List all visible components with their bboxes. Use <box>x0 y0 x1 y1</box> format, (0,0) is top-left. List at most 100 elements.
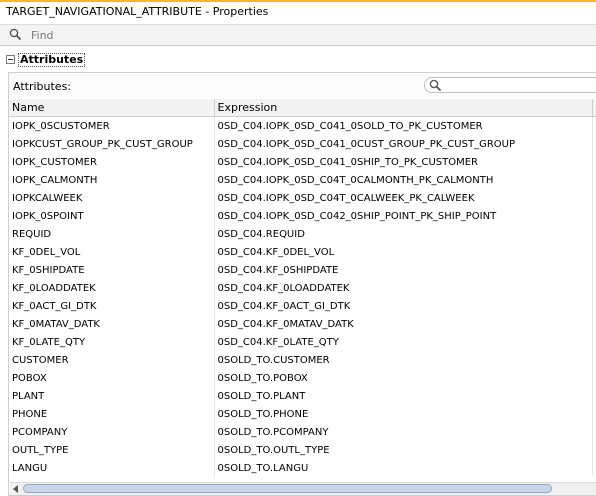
table-row[interactable]: KF_0MATAV_DATK 0SD_C04.KF_0MATAV_DATK <box>9 315 596 333</box>
panel-header: Attributes: <box>9 73 596 97</box>
cell-extra <box>592 297 596 315</box>
attributes-search-input[interactable] <box>424 77 596 93</box>
attributes-table: Name Expression IOPK_0SCUSTOMER 0SD_C04.I… <box>9 99 596 477</box>
cell-expression[interactable]: 0SD_C04.KF_0LATE_QTY <box>214 333 593 351</box>
attributes-panel: Attributes: Name Expression IOPK_0SCUSTO… <box>8 72 596 496</box>
table-row[interactable]: IOPKCALWEEK 0SD_C04.IOPK_0SD_C04T_0CALWEE… <box>9 189 596 207</box>
cell-name[interactable]: KF_0MATAV_DATK <box>9 315 215 333</box>
table-row[interactable]: IOPKCUST_GROUP_PK_CUST_GROUP 0SD_C04.IOPK… <box>9 135 596 153</box>
column-header-expression[interactable]: Expression <box>214 99 593 117</box>
cell-expression[interactable]: 0SD_C04.KF_0DEL_VOL <box>214 243 593 261</box>
table-row[interactable]: REQUID 0SD_C04.REQUID <box>9 225 596 243</box>
cell-name[interactable]: KF_0ACT_GI_DTK <box>9 297 215 315</box>
table-row[interactable]: KF_0SHIPDATE 0SD_C04.KF_0SHIPDATE <box>9 261 596 279</box>
cell-expression[interactable]: 0SOLD_TO.PLANT <box>214 387 593 405</box>
table-row[interactable]: IOPK_CALMONTH 0SD_C04.IOPK_0SD_C04T_0CALM… <box>9 171 596 189</box>
cell-name[interactable]: KF_0LATE_QTY <box>9 333 215 351</box>
table-row[interactable]: KF_0ACT_GI_DTK 0SD_C04.KF_0ACT_GI_DTK <box>9 297 596 315</box>
cell-expression[interactable]: 0SD_C04.KF_0LOADDATEK <box>214 279 593 297</box>
scroll-left-icon[interactable] <box>13 485 18 493</box>
cell-expression[interactable]: 0SD_C04.IOPK_0SD_C042_0SHIP_POINT_PK_SHI… <box>214 207 593 225</box>
cell-extra <box>592 261 596 279</box>
cell-name[interactable]: IOPK_0SCUSTOMER <box>9 116 215 135</box>
cell-name[interactable]: IOPK_CALMONTH <box>9 171 215 189</box>
section-title[interactable]: Attributes <box>18 53 86 67</box>
cell-name[interactable]: PCOMPANY <box>9 423 215 441</box>
find-bar[interactable]: Find <box>0 24 596 46</box>
cell-name[interactable]: POBOX <box>9 369 215 387</box>
cell-extra <box>592 351 596 369</box>
cell-name[interactable]: CUSTOMER <box>9 351 215 369</box>
table-row[interactable]: KF_0LATE_QTY 0SD_C04.KF_0LATE_QTY <box>9 333 596 351</box>
table-row[interactable]: POBOX 0SOLD_TO.POBOX <box>9 369 596 387</box>
cell-extra <box>592 135 596 153</box>
cell-name[interactable]: KF_0DEL_VOL <box>9 243 215 261</box>
table-row[interactable]: LANGU 0SOLD_TO.LANGU <box>9 459 596 477</box>
cell-extra <box>592 116 596 135</box>
window-titlebar: TARGET_NAVIGATIONAL_ATTRIBUTE - Properti… <box>0 0 596 24</box>
cell-expression[interactable]: 0SOLD_TO.PHONE <box>214 405 593 423</box>
cell-name[interactable]: PLANT <box>9 387 215 405</box>
cell-extra <box>592 279 596 297</box>
cell-name[interactable]: IOPKCALWEEK <box>9 189 215 207</box>
cell-extra <box>592 441 596 459</box>
cell-expression[interactable]: 0SOLD_TO.OUTL_TYPE <box>214 441 593 459</box>
cell-expression[interactable]: 0SOLD_TO.POBOX <box>214 369 593 387</box>
cell-name[interactable]: KF_0LOADDATEK <box>9 279 215 297</box>
table-row[interactable]: KF_0LOADDATEK 0SD_C04.KF_0LOADDATEK <box>9 279 596 297</box>
column-header-name[interactable]: Name <box>9 99 215 117</box>
table-row[interactable]: CUSTOMER 0SOLD_TO.CUSTOMER <box>9 351 596 369</box>
cell-name[interactable]: IOPK_0SPOINT <box>9 207 215 225</box>
cell-extra <box>592 459 596 477</box>
cell-extra <box>592 369 596 387</box>
column-header-extra <box>592 99 596 117</box>
cell-extra <box>592 423 596 441</box>
table-header-row: Name Expression <box>9 99 596 117</box>
search-icon <box>9 28 22 44</box>
cell-expression[interactable]: 0SD_C04.IOPK_0SD_C041_0SHIP_TO_PK_CUSTOM… <box>214 153 593 171</box>
cell-name[interactable]: IOPK_CUSTOMER <box>9 153 215 171</box>
cell-extra <box>592 333 596 351</box>
collapse-icon[interactable] <box>6 55 15 64</box>
window-title: TARGET_NAVIGATIONAL_ATTRIBUTE - Properti… <box>6 5 269 18</box>
cell-expression[interactable]: 0SD_C04.IOPK_0SD_C04T_0CALWEEK_PK_CALWEE… <box>214 189 593 207</box>
table-row[interactable]: IOPK_0SPOINT 0SD_C04.IOPK_0SD_C042_0SHIP_… <box>9 207 596 225</box>
cell-expression[interactable]: 0SOLD_TO.LANGU <box>214 459 593 477</box>
cell-expression[interactable]: 0SD_C04.KF_0MATAV_DATK <box>214 315 593 333</box>
cell-name[interactable]: OUTL_TYPE <box>9 441 215 459</box>
table-row[interactable]: IOPK_CUSTOMER 0SD_C04.IOPK_0SD_C041_0SHIP… <box>9 153 596 171</box>
cell-expression[interactable]: 0SD_C04.IOPK_0SD_C041_0SOLD_TO_PK_CUSTOM… <box>214 116 593 135</box>
cell-extra <box>592 189 596 207</box>
cell-extra <box>592 243 596 261</box>
attributes-section: Attributes Attributes: Name Expression I… <box>0 46 596 496</box>
table-row[interactable]: PHONE 0SOLD_TO.PHONE <box>9 405 596 423</box>
cell-name[interactable]: REQUID <box>9 225 215 243</box>
cell-expression[interactable]: 0SD_C04.IOPK_0SD_C04T_0CALMONTH_PK_CALMO… <box>214 171 593 189</box>
table-row[interactable]: KF_0DEL_VOL 0SD_C04.KF_0DEL_VOL <box>9 243 596 261</box>
cell-extra <box>592 225 596 243</box>
attributes-label: Attributes: <box>13 80 72 93</box>
search-icon <box>429 79 442 95</box>
cell-expression[interactable]: 0SOLD_TO.PCOMPANY <box>214 423 593 441</box>
cell-expression[interactable]: 0SD_C04.REQUID <box>214 225 593 243</box>
scrollbar-thumb[interactable] <box>23 484 552 493</box>
cell-expression[interactable]: 0SD_C04.KF_0ACT_GI_DTK <box>214 297 593 315</box>
cell-extra <box>592 207 596 225</box>
cell-name[interactable]: IOPKCUST_GROUP_PK_CUST_GROUP <box>9 135 215 153</box>
cell-extra <box>592 315 596 333</box>
cell-expression[interactable]: 0SOLD_TO.CUSTOMER <box>214 351 593 369</box>
cell-extra <box>592 387 596 405</box>
find-input[interactable]: Find <box>31 29 54 42</box>
table-row[interactable]: OUTL_TYPE 0SOLD_TO.OUTL_TYPE <box>9 441 596 459</box>
cell-extra <box>592 171 596 189</box>
cell-expression[interactable]: 0SD_C04.IOPK_0SD_C041_0CUST_GROUP_PK_CUS… <box>214 135 593 153</box>
horizontal-scrollbar[interactable] <box>10 482 596 495</box>
cell-extra <box>592 153 596 171</box>
cell-name[interactable]: KF_0SHIPDATE <box>9 261 215 279</box>
cell-name[interactable]: PHONE <box>9 405 215 423</box>
cell-name[interactable]: LANGU <box>9 459 215 477</box>
cell-expression[interactable]: 0SD_C04.KF_0SHIPDATE <box>214 261 593 279</box>
table-row[interactable]: PCOMPANY 0SOLD_TO.PCOMPANY <box>9 423 596 441</box>
table-row[interactable]: IOPK_0SCUSTOMER 0SD_C04.IOPK_0SD_C041_0SO… <box>9 116 596 135</box>
table-row[interactable]: PLANT 0SOLD_TO.PLANT <box>9 387 596 405</box>
